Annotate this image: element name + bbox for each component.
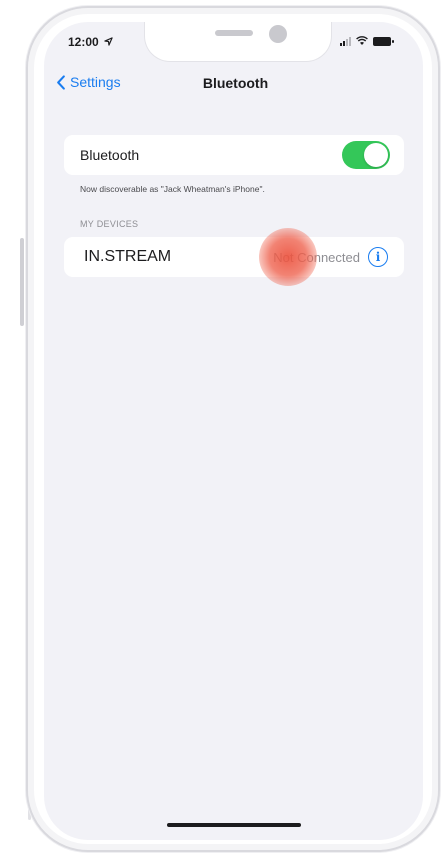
- device-name: IN.STREAM: [84, 248, 172, 265]
- volume-button: [20, 238, 24, 326]
- status-time-text: 12:00: [68, 35, 99, 49]
- location-arrow-icon: [104, 37, 113, 46]
- toggle-knob: [364, 143, 388, 167]
- bluetooth-label: Bluetooth: [80, 147, 140, 163]
- phone-screen: 12:00 Settings Bluetooth Bluetooth Now d…: [44, 22, 423, 840]
- battery-icon: [373, 36, 394, 46]
- notch: [144, 22, 332, 62]
- front-camera: [269, 25, 287, 43]
- bluetooth-toggle[interactable]: [342, 141, 390, 169]
- my-devices-header: MY DEVICES: [80, 219, 139, 229]
- home-indicator[interactable]: [167, 823, 301, 827]
- device-row[interactable]: IN.STREAM Not Connected i: [64, 237, 404, 277]
- tap-indicator: [259, 228, 317, 286]
- discoverable-note: Now discoverable as "Jack Wheatman's iPh…: [80, 184, 265, 194]
- bluetooth-toggle-row: Bluetooth: [64, 135, 404, 175]
- status-time: 12:00: [68, 35, 113, 49]
- status-icons: [340, 36, 394, 46]
- page-title: Bluetooth: [202, 75, 269, 91]
- info-icon[interactable]: i: [368, 247, 388, 267]
- wifi-icon: [356, 36, 368, 45]
- cellular-signal-icon: [340, 36, 351, 46]
- speaker: [215, 30, 253, 36]
